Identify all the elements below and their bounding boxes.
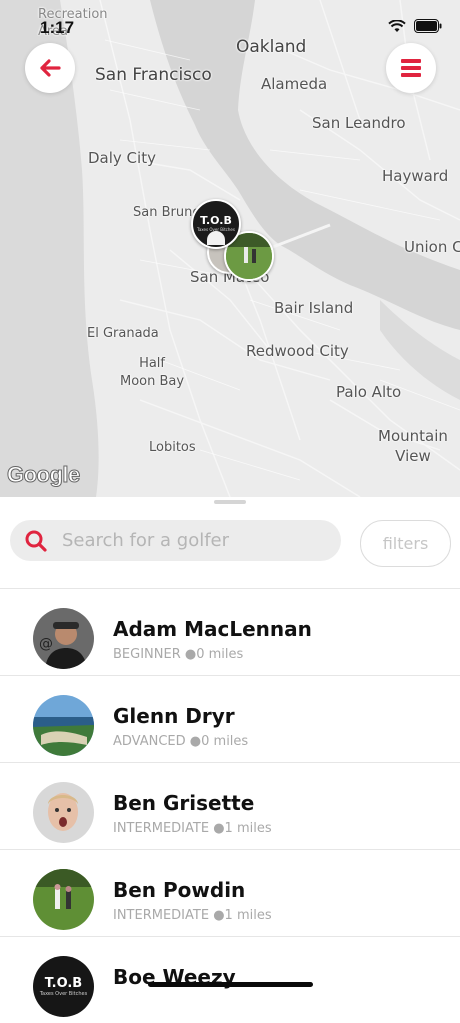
google-logo: Google bbox=[7, 462, 81, 488]
avatar-photo-glenn bbox=[33, 695, 94, 756]
golfer-row[interactable]: T.O.B Taxes Over Bitches Boe Weezy bbox=[0, 937, 460, 1023]
golfer-name: Glenn Dryr bbox=[113, 704, 235, 728]
golfer-row[interactable]: Ben Grisette INTERMEDIATE ●1 miles bbox=[0, 763, 460, 850]
avatar-photo-adam: @ bbox=[33, 608, 94, 669]
arrow-left-icon bbox=[40, 59, 61, 77]
map-label-redwood-city: Redwood City bbox=[246, 342, 349, 360]
map-label-palo-alto: Palo Alto bbox=[336, 383, 402, 401]
map-pin-tob[interactable]: T.O.B Taxes Over Bitches bbox=[191, 199, 241, 249]
golfer-row[interactable]: @ Adam MacLennan BEGINNER ●0 miles bbox=[0, 589, 460, 676]
battery-icon bbox=[414, 19, 442, 33]
map-label-el-granada: El Granada bbox=[87, 326, 159, 341]
status-time: 1:17 bbox=[40, 18, 75, 37]
golfer-meta: BEGINNER ●0 miles bbox=[113, 647, 244, 662]
avatar-tob-text: T.O.B bbox=[44, 976, 83, 991]
status-icons bbox=[388, 19, 442, 33]
map-label-hayward: Hayward bbox=[382, 167, 449, 185]
map-label-bair-island: Bair Island bbox=[274, 299, 354, 317]
avatar bbox=[33, 695, 94, 756]
avatar-photo-ben-p bbox=[33, 869, 94, 930]
map-label-lobitos: Lobitos bbox=[149, 440, 196, 455]
map-label-daly-city: Daly City bbox=[88, 149, 156, 167]
avatar bbox=[33, 869, 94, 930]
avatar: T.O.B Taxes Over Bitches bbox=[33, 956, 94, 1017]
home-indicator[interactable] bbox=[148, 982, 313, 987]
map-label-half-moon-bay-text: Half Moon Bay bbox=[120, 356, 185, 389]
map-label-half-moon-bay: Half Moon Bay bbox=[120, 355, 184, 391]
avatar-tob-sub: Taxes Over Bitches bbox=[39, 991, 88, 997]
bottom-sheet: filters @ Adam MacLennan BEGINNER ●0 mil… bbox=[0, 497, 460, 1017]
search-input[interactable] bbox=[60, 529, 324, 552]
avatar-photo-ben-g bbox=[33, 782, 94, 843]
golfer-meta: ADVANCED ●0 miles bbox=[113, 734, 249, 749]
golfer-name: Ben Powdin bbox=[113, 878, 246, 902]
avatar bbox=[33, 782, 94, 843]
golfer-meta: INTERMEDIATE ●1 miles bbox=[113, 821, 272, 836]
golfer-name: Adam MacLennan bbox=[113, 617, 312, 641]
map-label-san-bruno: San Bruno bbox=[133, 205, 201, 220]
pin-tob-text: T.O.B bbox=[200, 214, 232, 227]
avatar: @ bbox=[33, 608, 94, 669]
golfer-list: @ Adam MacLennan BEGINNER ●0 miles Glenn… bbox=[0, 589, 460, 1023]
map-label-san-francisco: San Francisco bbox=[95, 65, 212, 85]
menu-button[interactable] bbox=[386, 43, 436, 93]
golfer-row[interactable]: Glenn Dryr ADVANCED ●0 miles bbox=[0, 676, 460, 763]
map-label-union-city: Union C bbox=[404, 238, 460, 256]
golfer-row[interactable]: Ben Powdin INTERMEDIATE ●1 miles bbox=[0, 850, 460, 937]
sheet-drag-handle[interactable] bbox=[214, 500, 246, 504]
golfer-name: Ben Grisette bbox=[113, 791, 255, 815]
search-icon bbox=[25, 530, 47, 552]
wifi-icon bbox=[388, 19, 406, 32]
golfer-meta: INTERMEDIATE ●1 miles bbox=[113, 908, 272, 923]
search-bar[interactable] bbox=[10, 520, 341, 561]
map-label-oakland: Oakland bbox=[236, 37, 307, 57]
map-label-mountain-view-text: Mountain View bbox=[378, 427, 448, 465]
pin-tob-cap-shape bbox=[207, 231, 225, 245]
svg-text:@: @ bbox=[39, 636, 53, 652]
back-button[interactable] bbox=[25, 43, 75, 93]
map-label-alameda: Alameda bbox=[261, 75, 328, 93]
map-label-mountain-view: Mountain View bbox=[378, 426, 448, 466]
map-label-san-leandro: San Leandro bbox=[312, 114, 406, 132]
filters-button[interactable]: filters bbox=[360, 520, 451, 567]
menu-icon bbox=[401, 59, 421, 77]
